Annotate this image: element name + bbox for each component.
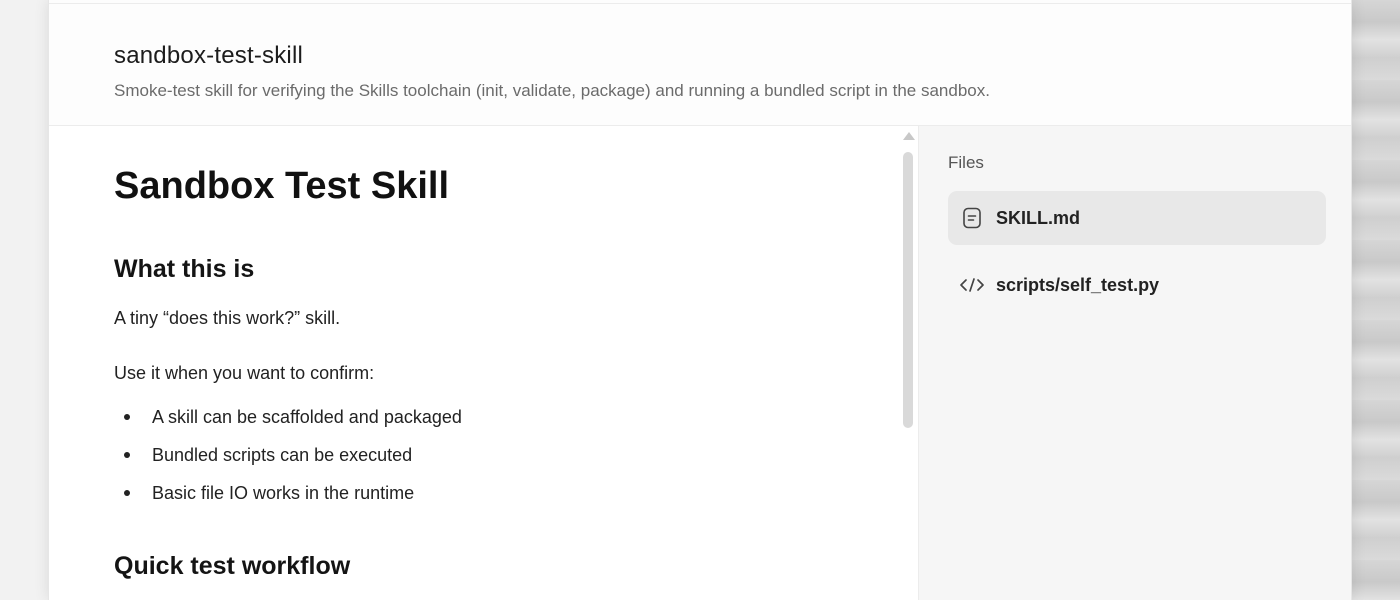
files-panel: Files SKILL.md scripts/self_test.py [918,126,1351,600]
list-item-text: A skill can be scaffolded and packaged [152,407,462,427]
skill-header: sandbox-test-skill Smoke-test skill for … [49,4,1351,126]
use-it-paragraph: Use it when you want to confirm: [114,363,375,383]
scrollbar-thumb[interactable] [903,152,913,428]
list-item-text: Basic file IO works in the runtime [152,483,415,503]
list-item: A skill can be scaffolded and packaged [114,405,874,429]
section-heading-what-this-is: What this is [114,255,255,283]
files-panel-title: Files [948,153,984,172]
file-item-label: SKILL.md [996,207,1080,228]
scroll-up-arrow-icon[interactable] [903,132,915,140]
file-item-skill-md[interactable]: SKILL.md [948,191,1326,245]
skill-description: Smoke-test skill for verifying the Skill… [114,81,990,100]
list-item-text: Bundled scripts can be executed [152,445,413,465]
confirm-list: A skill can be scaffolded and packaged B… [114,405,874,505]
background-left [0,0,48,600]
bullet-icon [124,490,130,496]
code-icon [948,277,996,293]
skill-name: sandbox-test-skill [114,42,304,69]
document-pane[interactable]: Sandbox Test Skill What this is A tiny “… [49,126,919,600]
document-scrollbar[interactable] [901,126,915,600]
background-right [1352,0,1400,600]
markdown-document: Sandbox Test Skill What this is A tiny “… [114,164,874,581]
file-item-self-test-py[interactable]: scripts/self_test.py [948,258,1326,312]
bullet-icon [124,452,130,458]
section-heading-quick-test-workflow: Quick test workflow [114,552,351,580]
document-title: Sandbox Test Skill [114,165,450,207]
list-item: Bundled scripts can be executed [114,443,874,467]
file-item-label: scripts/self_test.py [996,274,1160,295]
bullet-icon [124,414,130,420]
file-text-icon [948,207,996,229]
intro-paragraph: A tiny “does this work?” skill. [114,308,341,328]
list-item: Basic file IO works in the runtime [114,481,874,505]
skill-viewer-window: sandbox-test-skill Smoke-test skill for … [48,0,1352,600]
